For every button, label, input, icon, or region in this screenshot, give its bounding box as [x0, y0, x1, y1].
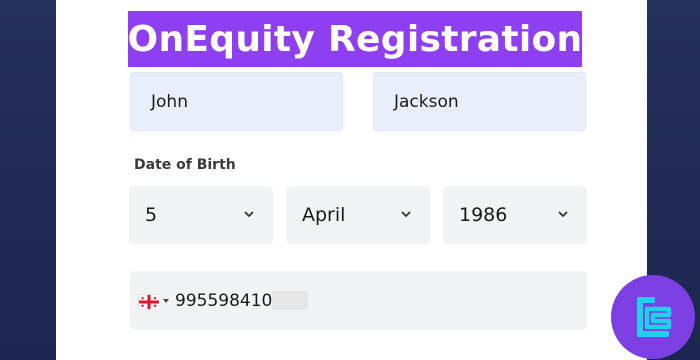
dob-day-select[interactable]: 5: [129, 186, 273, 244]
page-title: OnEquity Registration: [128, 11, 582, 67]
first-name-field[interactable]: John: [130, 72, 343, 131]
phone-number-value: 995598410: [175, 290, 273, 311]
dob-year-select[interactable]: 1986: [443, 186, 587, 244]
brand-logo-icon: [611, 275, 695, 359]
first-name-value: John: [151, 91, 188, 112]
caret-down-icon[interactable]: [163, 298, 169, 303]
chevron-down-icon: [244, 211, 254, 218]
last-name-field[interactable]: Jackson: [373, 72, 586, 131]
dob-label: Date of Birth: [134, 157, 236, 173]
georgia-flag-icon[interactable]: [138, 293, 159, 309]
last-name-value: Jackson: [394, 91, 459, 112]
background-left: [0, 0, 56, 360]
dob-day-value: 5: [145, 204, 158, 226]
redacted-digits: [272, 291, 309, 310]
dob-month-select[interactable]: April: [286, 186, 430, 244]
dob-year-value: 1986: [459, 204, 508, 226]
chevron-down-icon: [401, 211, 411, 218]
dob-month-value: April: [302, 204, 346, 226]
chevron-down-icon: [558, 211, 568, 218]
phone-field[interactable]: 995598410: [130, 271, 587, 330]
